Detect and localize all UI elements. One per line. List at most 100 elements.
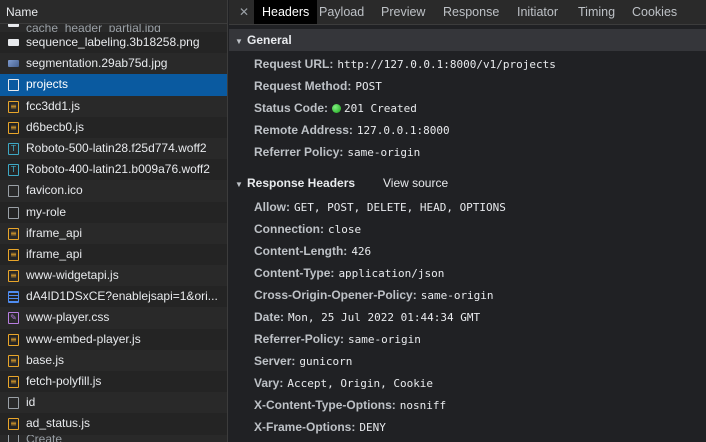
tab-response[interactable]: Response (442, 0, 500, 24)
tab-initiator[interactable]: Initiator (516, 0, 559, 24)
js-file-icon: ≡ (8, 418, 19, 431)
request-name: base.js (26, 352, 65, 367)
plain-file-icon (8, 206, 19, 219)
header-value[interactable]: close (328, 223, 361, 236)
triangle-down-icon: ▼ (235, 180, 243, 189)
tab-headers[interactable]: Headers (254, 0, 318, 24)
header-row: Status Code: 201 Created (254, 98, 417, 118)
header-value[interactable]: gunicorn (299, 355, 352, 368)
status-ok-icon (332, 104, 342, 113)
plain-file-icon (8, 434, 19, 442)
request-row[interactable]: dA4ID1DSxCE?enablejsapi=1&ori... (0, 286, 227, 307)
response-headers-title: Response Headers (247, 176, 356, 190)
request-row[interactable]: favicon.ico (0, 180, 227, 202)
header-value[interactable]: Mon, 25 Jul 2022 01:44:34 GMT (288, 311, 480, 324)
header-value[interactable]: same-origin (347, 146, 420, 159)
plain-file-icon (8, 185, 19, 198)
header-key: Allow: (254, 200, 290, 214)
header-key: Content-Type: (254, 266, 335, 280)
request-name: my-role (26, 204, 67, 219)
img-file-icon (8, 39, 19, 46)
header-row: Request Method: POST (254, 76, 382, 96)
header-row: Content-Type: application/json (254, 263, 444, 283)
header-row: Content-Length: 426 (254, 241, 371, 261)
header-row: Vary: Accept, Origin, Cookie (254, 373, 433, 393)
header-row: Connection: close (254, 219, 361, 239)
header-value[interactable]: POST (355, 80, 382, 93)
close-icon[interactable]: ✕ (237, 4, 251, 20)
header-value[interactable]: Accept, Origin, Cookie (287, 377, 433, 390)
request-row[interactable]: ≡ www-widgetapi.js (0, 265, 227, 287)
request-name: cache_header_partial.jpg (26, 24, 161, 32)
header-value[interactable]: 127.0.0.1:8000 (357, 124, 450, 137)
request-row[interactable]: ≡ www-embed-player.js (0, 329, 227, 350)
request-name: iframe_api (26, 246, 83, 261)
request-row[interactable]: projects (0, 74, 227, 96)
header-row: Date: Mon, 25 Jul 2022 01:44:34 GMT (254, 307, 480, 327)
header-value[interactable]: nosniff (400, 399, 446, 412)
request-name: d6becb0.js (26, 119, 85, 134)
tab-payload[interactable]: Payload (318, 0, 365, 24)
request-name: Roboto-500-latin28.f25d774.woff2 (26, 140, 207, 155)
view-source-link[interactable]: View source (383, 172, 448, 194)
header-key: X-Content-Type-Options: (254, 398, 396, 412)
request-row[interactable]: cache_header_partial.jpg (0, 24, 227, 32)
header-key: Content-Length: (254, 244, 348, 258)
request-row[interactable]: Create (0, 434, 227, 442)
header-value[interactable]: 201 Created (344, 102, 417, 115)
header-key: Request URL: (254, 57, 334, 71)
triangle-down-icon: ▼ (235, 37, 243, 46)
request-name: favicon.ico (26, 183, 83, 198)
header-value[interactable]: same-origin (348, 333, 421, 346)
header-key: Remote Address: (254, 123, 353, 137)
request-name: www-player.css (26, 310, 110, 325)
header-value[interactable]: GET, POST, DELETE, HEAD, OPTIONS (294, 201, 506, 214)
js-file-icon: ≡ (8, 376, 19, 388)
request-row[interactable]: ≡ d6becb0.js (0, 117, 227, 138)
request-row[interactable]: T Roboto-500-latin28.f25d774.woff2 (0, 137, 227, 160)
plain-file-icon (8, 397, 19, 410)
header-value[interactable]: DENY (359, 421, 386, 434)
header-value[interactable]: http://127.0.0.1:8000/v1/projects (337, 58, 556, 71)
request-name: dA4ID1DSxCE?enablejsapi=1&ori... (26, 289, 218, 304)
doc-file-icon (8, 79, 19, 92)
response-headers-section-header[interactable]: ▼ Response Headers View source (229, 172, 706, 194)
request-row[interactable]: sequence_labeling.3b18258.png (0, 32, 227, 53)
header-key: Cross-Origin-Opener-Policy: (254, 288, 417, 302)
request-row[interactable]: my-role (0, 202, 227, 223)
request-row[interactable]: segmentation.29ab75d.jpg (0, 53, 227, 75)
request-name: sequence_labeling.3b18258.png (26, 35, 200, 49)
font-file-icon: T (8, 164, 19, 177)
header-key: Status Code: (254, 101, 329, 115)
font-file-icon: T (8, 142, 19, 155)
header-row: Request URL: http://127.0.0.1:8000/v1/pro… (254, 54, 556, 74)
js-file-icon: ≡ (8, 248, 19, 261)
general-section-header[interactable]: ▼ General (229, 29, 706, 51)
header-value[interactable]: 426 (351, 245, 371, 258)
request-row[interactable]: ✎ www-player.css (0, 307, 227, 329)
name-column-header[interactable]: Name (0, 0, 227, 24)
js-file-icon: ≡ (8, 121, 19, 134)
request-name: projects (26, 77, 69, 92)
tab-cookies[interactable]: Cookies (631, 0, 678, 24)
request-details-panel: ✕ Headers Payload Preview Response Initiator… (229, 0, 706, 442)
request-row[interactable]: ≡ iframe_api (0, 222, 227, 244)
js-file-icon: ≡ (8, 270, 19, 283)
tab-timing[interactable]: Timing (577, 0, 616, 24)
request-row[interactable]: id (0, 392, 227, 414)
request-row[interactable]: ≡ fcc3dd1.js (0, 95, 227, 117)
tab-preview[interactable]: Preview (380, 0, 426, 24)
request-row[interactable]: ≡ base.js (0, 349, 227, 371)
xhr-file-icon (8, 291, 19, 304)
header-value[interactable]: same-origin (421, 289, 494, 302)
request-name: id (26, 395, 36, 410)
request-row[interactable]: ≡ fetch-polyfill.js (0, 371, 227, 392)
request-name: Roboto-400-latin21.b009a76.woff2 (26, 162, 210, 177)
request-row[interactable]: ≡ ad_status.js (0, 413, 227, 434)
header-row: X-Content-Type-Options: nosniff (254, 395, 446, 415)
request-name: iframe_api (26, 225, 83, 240)
request-row[interactable]: T Roboto-400-latin21.b009a76.woff2 (0, 159, 227, 180)
details-tab-bar: ✕ Headers Payload Preview Response Initiator… (229, 0, 706, 25)
header-value[interactable]: application/json (338, 267, 444, 280)
request-row[interactable]: ≡ iframe_api (0, 244, 227, 265)
